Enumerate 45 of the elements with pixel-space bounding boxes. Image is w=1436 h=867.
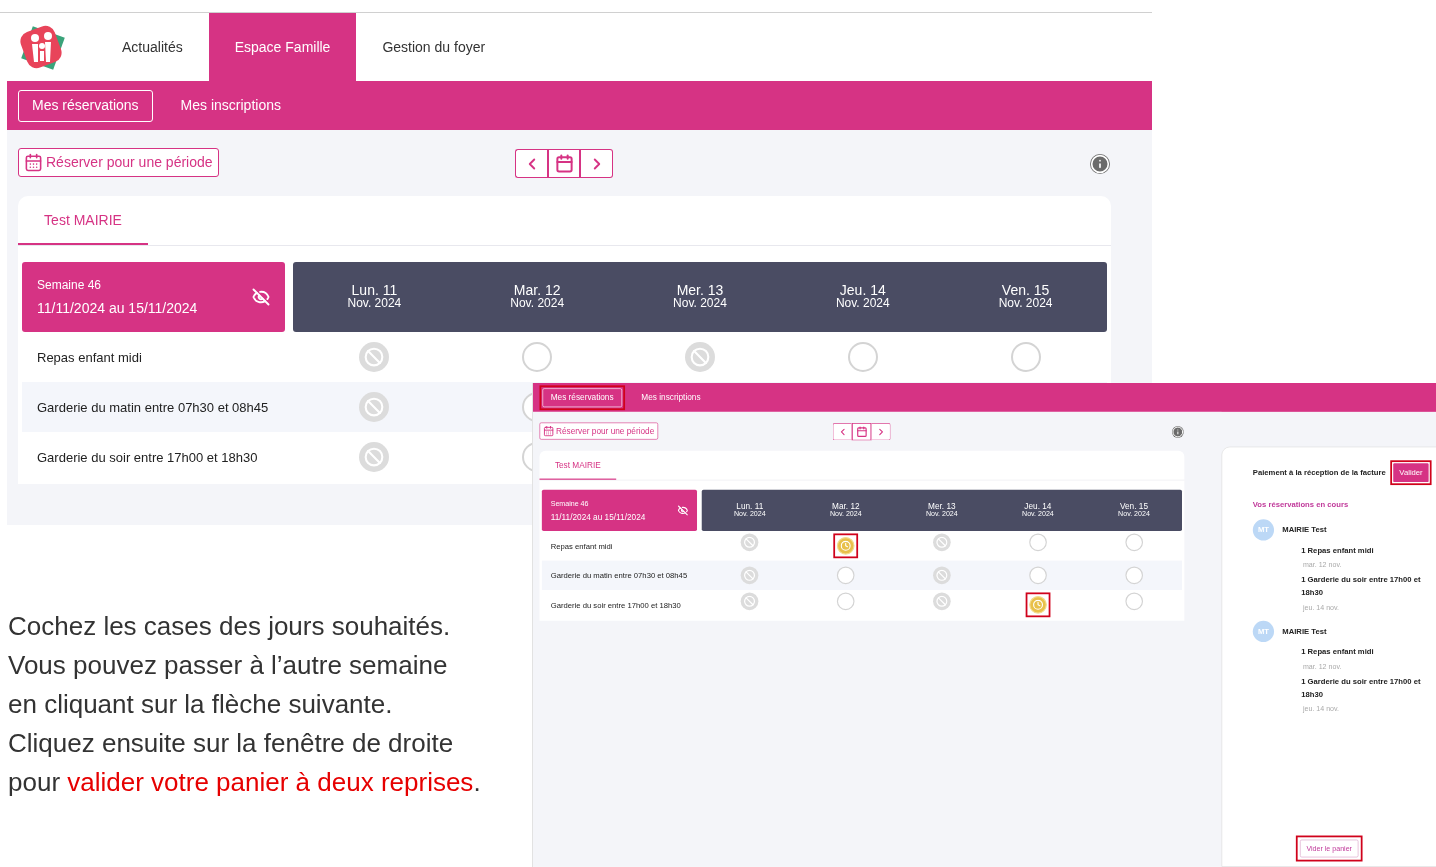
month-label: Nov. 2024 [835,297,890,310]
day-label: Mer. 13 [928,502,956,511]
calendar-button[interactable] [851,423,872,441]
unavailable-icon [685,342,715,372]
sub-tab[interactable]: Mes réservations [18,89,153,122]
info-icon[interactable] [1090,153,1110,174]
instruction-text: Cochez les cases des jours souhaités. Vous pouvez passer à l’autre semaine en cliquant sur la flèche suivante. Cliquez ensuite sur la fenêtre de droite pour valider votre panier à deux reprises. [8,610,482,799]
calendar-icon [555,154,574,173]
calendar-icon [24,153,43,172]
eye-off-icon[interactable] [252,288,270,306]
next-week-button[interactable] [871,423,891,441]
week-range: 11/11/2024 au 15/11/2024 [37,298,198,318]
nav-tab[interactable]: Espace Famille [208,13,357,81]
month-label: Nov. 2024 [347,297,402,310]
child-tab[interactable]: Test MAIRIE [18,197,148,245]
calendar-button[interactable] [547,149,582,178]
week-number: Semaine 46 [37,276,103,294]
next-week-button[interactable] [581,149,614,178]
day-label: Jeu. 14 [839,284,886,297]
week-range: 11/11/2024 au 15/11/2024 [550,510,646,524]
day-label: Ven. 15 [1119,502,1148,511]
previous-week-button[interactable] [515,149,548,178]
day-label: Ven. 15 [1001,284,1050,297]
period-button[interactable]: Réserver pour une période [539,422,658,440]
unavailable-icon [359,392,390,422]
day-label: Lun. 11 [351,284,398,297]
day-label: Jeu. 14 [1024,502,1052,511]
child-tab[interactable]: Test MAIRIE [539,451,617,480]
period-button[interactable]: Réserver pour une période [18,148,219,177]
unavailable-icon [359,342,390,372]
day-label: Lun. 11 [736,502,764,511]
sub-tab[interactable]: Mes inscriptions [166,89,295,122]
activity-label: Garderie du matin entre 07h30 et 08h45 [37,400,269,415]
month-label: Nov. 2024 [998,297,1053,310]
info-icon[interactable] [1171,425,1184,438]
unavailable-icon [359,442,390,472]
day-label: Mer. 13 [676,284,724,297]
sub-tab[interactable]: Mes inscriptions [633,388,709,407]
activity-label: Garderie du soir entre 17h00 et 18h30 [37,450,258,465]
day-label: Mar. 12 [513,284,561,297]
month-label: Nov. 2024 [673,297,727,310]
activity-label: Repas enfant midi [37,350,142,365]
day-label: Mar. 12 [832,502,860,511]
previous-week-button[interactable] [833,423,852,441]
month-label: Nov. 2024 [510,297,565,310]
